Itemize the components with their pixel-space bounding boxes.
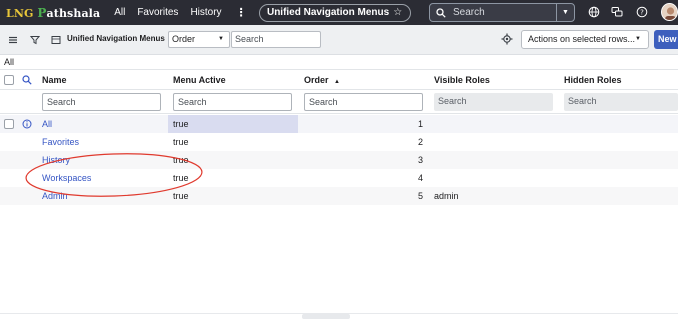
table-header-row: Name Menu Active Order ▲ Visible Roles H… (0, 70, 678, 90)
scroll-handle[interactable] (302, 314, 350, 319)
row-checkbox[interactable] (4, 119, 14, 129)
row-order: 2 (417, 137, 423, 147)
list-search-input[interactable]: Search (231, 31, 321, 48)
global-search-input[interactable]: Search (453, 7, 556, 18)
gear-icon[interactable] (501, 33, 513, 45)
sort-ascending-icon: ▲ (334, 79, 340, 85)
column-header-menu-active[interactable]: Menu Active (173, 75, 226, 85)
row-menu-active: true (173, 191, 189, 201)
row-menu-active: true (173, 119, 189, 129)
table-row[interactable]: Favorites true 2 (0, 133, 678, 151)
search-field-select[interactable]: Order ▼ (168, 31, 230, 48)
row-order: 3 (417, 155, 423, 165)
context-title-pill[interactable]: Unified Navigation Menus ☆ (258, 3, 411, 22)
column-header-name[interactable]: Name (42, 75, 67, 85)
table-row[interactable]: Workspaces true 4 (0, 169, 678, 187)
logo-prefix: LNG (6, 6, 34, 20)
chat-icon[interactable] (611, 6, 623, 18)
favorite-star-icon[interactable]: ☆ (393, 7, 402, 18)
svg-text:?: ? (640, 9, 644, 17)
column-search-icon[interactable] (22, 75, 32, 85)
row-visible-roles: admin (434, 191, 459, 201)
search-scope-dropdown[interactable]: ▼ (556, 4, 574, 21)
nav-link-favorites[interactable]: Favorites (137, 7, 178, 18)
row-menu-active: true (173, 137, 189, 147)
help-icon[interactable]: ? (636, 6, 648, 18)
row-name-link[interactable]: History (42, 155, 70, 165)
filter-icon[interactable] (30, 35, 40, 45)
nav-link-history[interactable]: History (190, 7, 221, 18)
name-search-input[interactable]: Search (42, 93, 161, 111)
table-row[interactable]: Admin true 5 admin (0, 187, 678, 205)
row-menu-active: true (173, 155, 189, 165)
column-header-order[interactable]: Order ▲ (304, 75, 340, 85)
row-name-link[interactable]: Workspaces (42, 173, 91, 183)
search-icon (436, 7, 446, 18)
bulk-actions-select[interactable]: Actions on selected rows... ▼ (521, 30, 649, 49)
bulk-actions-label: Actions on selected rows... (528, 34, 636, 44)
global-search[interactable]: Search ▼ (429, 3, 575, 22)
row-name-link[interactable]: Favorites (42, 137, 79, 147)
hamburger-menu-icon[interactable] (8, 35, 18, 45)
table-row[interactable]: All true 1 (0, 115, 678, 133)
order-search-input[interactable]: Search (304, 93, 423, 111)
column-header-hidden-roles[interactable]: Hidden Roles (564, 75, 622, 85)
more-menu-icon[interactable]: ⋮ (236, 6, 247, 19)
column-header-visible-roles[interactable]: Visible Roles (434, 75, 490, 85)
row-name-link[interactable]: Admin (42, 191, 68, 201)
user-avatar[interactable] (661, 3, 678, 21)
row-order: 1 (417, 119, 423, 129)
hidden-roles-search-input: Search (564, 93, 678, 111)
column-search-row: Search Search Search Search Search (0, 90, 678, 114)
column-header-order-label: Order (304, 75, 329, 85)
list-title: Unified Navigation Menus (67, 34, 165, 43)
row-order: 4 (417, 173, 423, 183)
list-toolbar: Unified Navigation Menus Order ▼ Search … (0, 25, 678, 55)
row-order: 5 (417, 191, 423, 201)
table-row[interactable]: History true 3 (0, 151, 678, 169)
new-button[interactable]: New (654, 30, 678, 49)
chevron-down-icon: ▼ (218, 36, 224, 42)
visible-roles-search-input: Search (434, 93, 553, 111)
row-name-link[interactable]: All (42, 119, 52, 129)
select-all-checkbox[interactable] (4, 75, 14, 85)
breadcrumb[interactable]: All (4, 57, 14, 67)
context-title: Unified Navigation Menus (266, 7, 390, 18)
row-menu-active: true (173, 173, 189, 183)
nav-link-all[interactable]: All (114, 7, 125, 18)
search-field-value: Order (172, 34, 196, 44)
logo-rest: athshala (46, 6, 101, 20)
info-icon[interactable] (22, 119, 32, 129)
globe-icon[interactable] (588, 6, 600, 18)
logo-p: P (37, 5, 47, 20)
top-navigation-bar: LNG Pathshala All Favorites History ⋮ Un… (0, 0, 678, 25)
menu-active-search-input[interactable]: Search (173, 93, 292, 111)
chevron-down-icon: ▼ (635, 36, 641, 42)
list-view-icon[interactable] (51, 35, 61, 45)
brand-logo[interactable]: LNG Pathshala (6, 0, 100, 25)
